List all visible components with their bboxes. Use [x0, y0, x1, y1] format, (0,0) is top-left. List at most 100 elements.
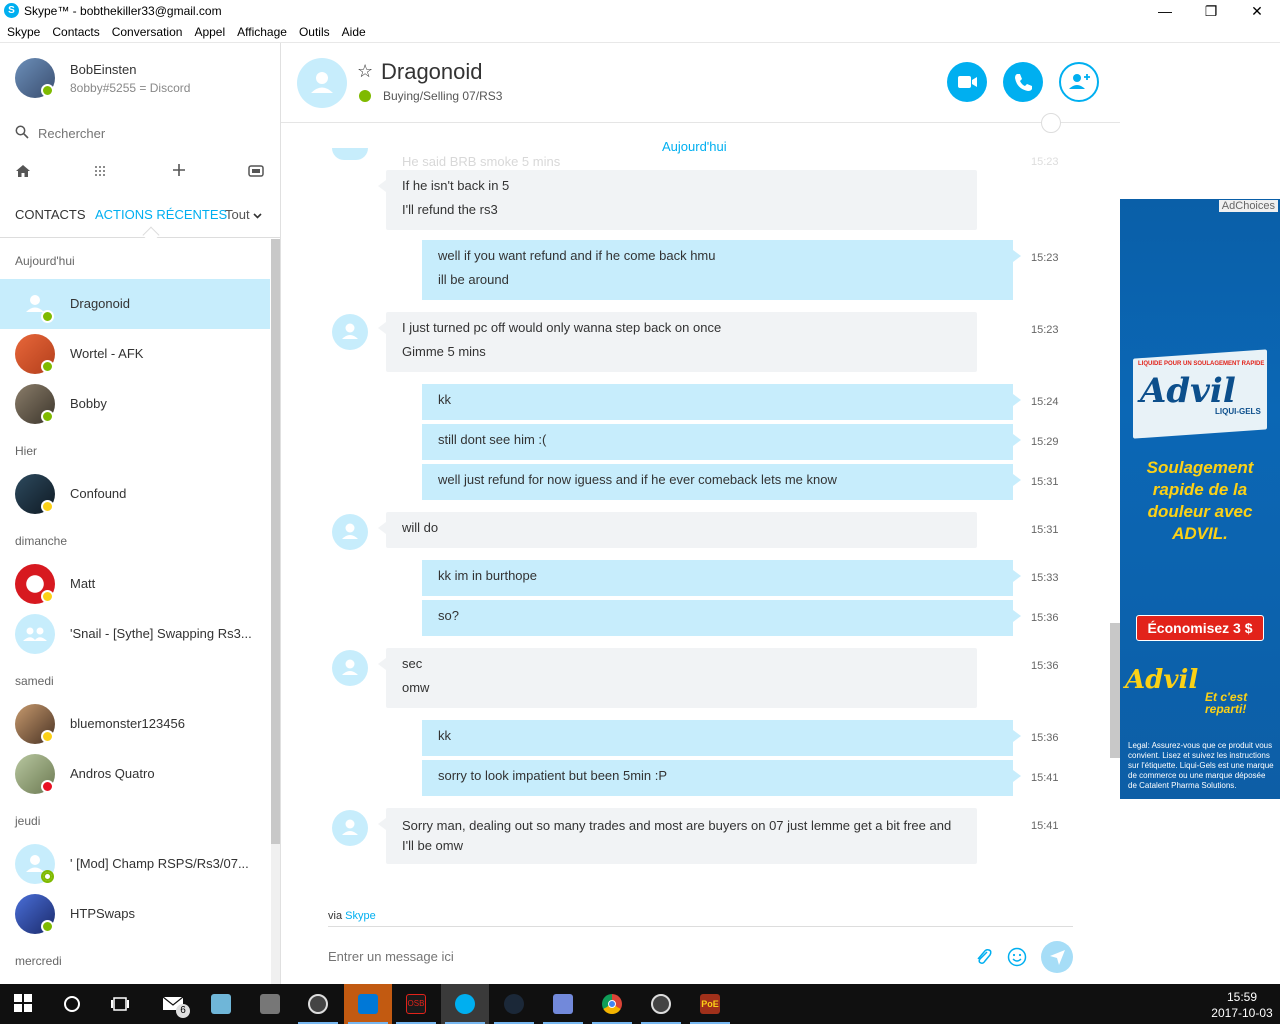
- taskbar-runelite-2[interactable]: [637, 984, 685, 1024]
- outgoing-message[interactable]: so?: [422, 600, 1021, 636]
- taskbar-chrome[interactable]: [588, 984, 636, 1024]
- paperclip-icon[interactable]: [974, 947, 994, 967]
- menu-conversation[interactable]: Conversation: [105, 22, 188, 43]
- send-icon: [1050, 950, 1065, 965]
- status-online-icon: [41, 410, 54, 423]
- ad-cta-button[interactable]: Économisez 3 $: [1136, 615, 1264, 641]
- contact-item[interactable]: ' [Mod] Champ RSPS/Rs3/07...: [0, 839, 270, 889]
- taskbar-poe[interactable]: PoE: [686, 984, 734, 1024]
- taskbar-cortana[interactable]: [48, 984, 96, 1024]
- add-person-icon: [1069, 74, 1090, 89]
- menu-skype[interactable]: Skype: [0, 22, 45, 43]
- message-list: He said BRB smoke 5 mins 15:23 If he isn…: [281, 123, 1101, 903]
- outgoing-message[interactable]: sorry to look impatient but been 5min :P: [422, 760, 1021, 796]
- menu-contacts[interactable]: Contacts: [45, 22, 104, 43]
- contact-item[interactable]: bluemonster123456: [0, 699, 270, 749]
- contact-name[interactable]: Dragonoid: [381, 59, 483, 85]
- sidebar-scrollbar[interactable]: [271, 239, 280, 984]
- contact-name: Wortel - AFK: [70, 346, 144, 361]
- video-call-button[interactable]: [947, 62, 987, 102]
- message-input[interactable]: [328, 945, 928, 967]
- taskbar-calculator[interactable]: [246, 984, 294, 1024]
- taskbar-steam[interactable]: [490, 984, 538, 1024]
- tab-recent-actions[interactable]: ACTIONS RÉCENTES: [95, 207, 227, 222]
- contact-item[interactable]: Confound: [0, 469, 270, 519]
- search-input[interactable]: [38, 123, 268, 143]
- taskbar-runelite[interactable]: [294, 984, 342, 1024]
- via-skype-link[interactable]: Skype: [345, 910, 376, 922]
- contact-item[interactable]: Andros Quatro: [0, 749, 270, 799]
- chat-scrollbar-thumb[interactable]: [1110, 623, 1120, 758]
- taskbar-edge[interactable]: [344, 984, 392, 1024]
- ad-choices-link[interactable]: AdChoices: [1218, 200, 1278, 212]
- maximize-button[interactable]: ❐: [1188, 0, 1234, 22]
- dialpad-icon[interactable]: [90, 163, 110, 183]
- menu-outils[interactable]: Outils: [292, 22, 335, 43]
- audio-call-button[interactable]: [1003, 62, 1043, 102]
- outgoing-message[interactable]: kk im in burthope: [422, 560, 1021, 596]
- contact-item[interactable]: Matt: [0, 559, 270, 609]
- contact-avatar[interactable]: [297, 58, 347, 108]
- incoming-message[interactable]: sec omw: [378, 648, 977, 708]
- tab-contacts[interactable]: CONTACTS: [15, 207, 86, 222]
- menu-appel[interactable]: Appel: [187, 22, 230, 43]
- runelite-icon-2: [651, 994, 671, 1014]
- message-avatar[interactable]: [332, 148, 368, 160]
- ad-legal-text: Legal: Assurez-vous que ce produit vous …: [1128, 741, 1274, 790]
- message-time: 15:31: [1031, 524, 1059, 536]
- minimize-button[interactable]: —: [1142, 0, 1188, 22]
- menu-bar: Skype Contacts Conversation Appel Affichage O…: [0, 22, 1280, 43]
- profile-name[interactable]: BobEinsten: [70, 62, 137, 77]
- message-avatar[interactable]: [332, 810, 368, 846]
- taskbar-skype[interactable]: [441, 984, 489, 1024]
- incoming-message[interactable]: If he isn't back in 5 I'll refund the rs3: [378, 170, 977, 230]
- message-time: 15:24: [1031, 396, 1059, 408]
- taskbar-task-view[interactable]: [96, 984, 144, 1024]
- profile-mood[interactable]: 8obby#5255 = Discord: [70, 81, 190, 95]
- taskbar-osbuddy[interactable]: OSB: [392, 984, 440, 1024]
- contact-item[interactable]: Bobby: [0, 379, 270, 429]
- filter-dropdown[interactable]: Tout: [225, 207, 262, 222]
- outgoing-message[interactable]: kk: [422, 720, 1021, 756]
- contact-name: Bobby: [70, 396, 107, 411]
- send-button[interactable]: [1041, 941, 1073, 973]
- contact-item[interactable]: 'Snail - [Sythe] Swapping Rs3...: [0, 609, 270, 659]
- add-participant-button[interactable]: [1059, 62, 1099, 102]
- clock-time: 15:59: [1226, 990, 1258, 1004]
- taskbar-discord[interactable]: [539, 984, 587, 1024]
- favorite-star-icon[interactable]: ☆: [357, 61, 373, 82]
- add-icon[interactable]: [169, 163, 189, 183]
- emoticon-icon[interactable]: [1007, 947, 1027, 967]
- group-header: mercredi: [15, 954, 62, 968]
- taskbar-windows-start[interactable]: [0, 984, 48, 1024]
- chat-scrollbar[interactable]: [1110, 123, 1120, 903]
- message-avatar[interactable]: [332, 650, 368, 686]
- contact-item[interactable]: Wortel - AFK: [0, 329, 270, 379]
- contact-item[interactable]: HTPSwaps: [0, 889, 270, 939]
- message-line: kk: [438, 392, 451, 407]
- incoming-message[interactable]: will do: [378, 512, 977, 548]
- incoming-message[interactable]: I just turned pc off would only wanna st…: [378, 312, 977, 372]
- via-label: via Skype: [328, 910, 376, 922]
- advertisement[interactable]: AdChoices LIQUIDE POUR UN SOULAGEMENT RA…: [1120, 199, 1280, 799]
- outgoing-message[interactable]: well if you want refund and if he come b…: [422, 240, 1021, 300]
- message-avatar[interactable]: [332, 514, 368, 550]
- outgoing-message[interactable]: well just refund for now iguess and if h…: [422, 464, 1021, 500]
- menu-affichage[interactable]: Affichage: [230, 22, 292, 43]
- message-avatar[interactable]: [332, 314, 368, 350]
- ad-product-subtitle: LIQUIDE POUR UN SOULAGEMENT RAPIDE: [1138, 361, 1265, 367]
- new-contact-icon[interactable]: [246, 163, 266, 183]
- home-icon[interactable]: [13, 163, 33, 183]
- outgoing-message[interactable]: still dont see him :(: [422, 424, 1021, 460]
- taskbar-mail[interactable]: 6: [148, 984, 196, 1024]
- outgoing-message[interactable]: kk: [422, 384, 1021, 420]
- close-button[interactable]: ✕: [1234, 0, 1280, 22]
- contact-item[interactable]: Dragonoid: [0, 279, 270, 329]
- incoming-message[interactable]: Sorry man, dealing out so many trades an…: [378, 808, 977, 864]
- taskbar-notepad[interactable]: [197, 984, 245, 1024]
- window-title: Skype™ - bobthekiller33@gmail.com: [24, 4, 222, 18]
- sidebar-scrollbar-thumb[interactable]: [271, 239, 280, 844]
- menu-aide[interactable]: Aide: [335, 22, 371, 43]
- taskbar-clock[interactable]: 15:59 2017-10-03: [1208, 989, 1276, 1021]
- search-icon: [15, 125, 29, 139]
